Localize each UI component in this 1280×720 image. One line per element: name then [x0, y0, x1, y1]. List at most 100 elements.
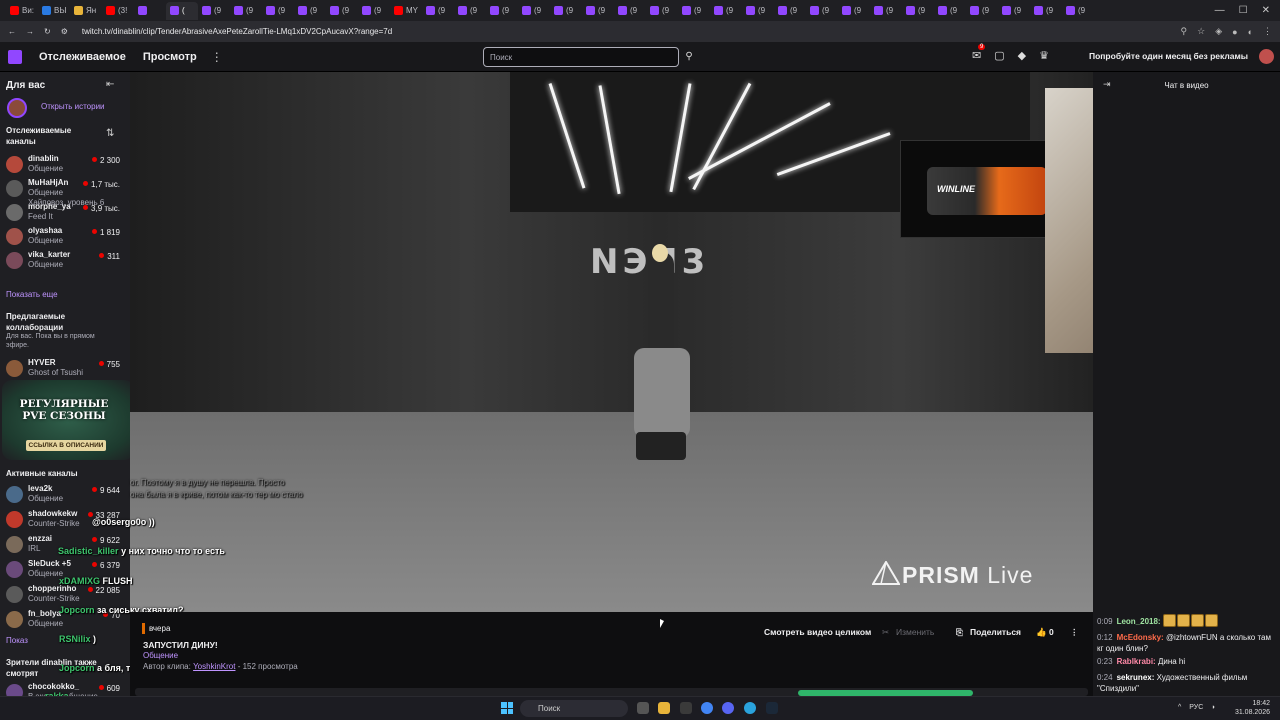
stories-avatar[interactable]: [7, 98, 27, 118]
search-input[interactable]: Поиск: [483, 47, 679, 67]
browser-tab[interactable]: (9: [934, 2, 966, 20]
tray-chevron-icon[interactable]: ^: [1178, 704, 1181, 711]
chat-username[interactable]: McEdonsky:: [1117, 633, 1164, 642]
chat-username[interactable]: Leon_2018:: [1117, 617, 1161, 626]
chat-timestamp[interactable]: 0:24: [1097, 673, 1113, 682]
browser-tab[interactable]: (9: [902, 2, 934, 20]
open-stories-link[interactable]: Открыть истории: [41, 102, 105, 111]
browser-tab[interactable]: (9: [806, 2, 838, 20]
show-more-link[interactable]: Показать еще: [6, 290, 58, 299]
chat-timestamp[interactable]: 0:23: [1097, 657, 1113, 666]
task-view-icon[interactable]: [637, 702, 649, 714]
profile-icon[interactable]: ◐: [1248, 27, 1253, 37]
chat-username[interactable]: Rablkrabi:: [1117, 657, 1156, 666]
share-button[interactable]: Поделиться: [970, 624, 1021, 640]
search-icon[interactable]: ⚲: [681, 47, 697, 67]
language-indicator[interactable]: РУС: [1189, 704, 1203, 711]
browser-tab[interactable]: (9: [230, 2, 262, 20]
twitch-logo-icon[interactable]: [8, 49, 22, 64]
browser-tab[interactable]: (9: [870, 2, 902, 20]
browser-tab[interactable]: (9: [550, 2, 582, 20]
chrome-icon[interactable]: [701, 702, 713, 714]
more-icon[interactable]: ⋮: [211, 50, 223, 64]
taskbar-search[interactable]: Поиск: [520, 700, 628, 717]
browser-tab[interactable]: (: [166, 1, 198, 20]
watch-full-video-button[interactable]: Смотреть видео целиком: [764, 624, 871, 640]
browser-tab[interactable]: (9: [678, 2, 710, 20]
browser-tab[interactable]: ВЫ: [38, 2, 70, 20]
browser-tab[interactable]: (9: [710, 2, 742, 20]
site-info-icon[interactable]: ⚙: [61, 27, 68, 36]
pve-seasons-banner[interactable]: РЕГУЛЯРНЫЕ PVE СЕЗОНЫ ССЫЛКА В ОПИСАНИИ: [0, 378, 130, 462]
back-icon[interactable]: ←: [8, 27, 16, 36]
browser-tab[interactable]: (9: [198, 2, 230, 20]
browser-tab[interactable]: (9: [294, 2, 326, 20]
minimize-icon[interactable]: —: [1215, 5, 1225, 16]
chat-timestamp[interactable]: 0:09: [1097, 617, 1113, 626]
file-explorer-icon[interactable]: [658, 702, 670, 714]
start-icon[interactable]: [501, 702, 513, 714]
forward-icon[interactable]: →: [26, 27, 34, 36]
browser-tab[interactable]: Ви:: [6, 2, 38, 20]
nav-following[interactable]: Отслеживаемое: [39, 51, 126, 63]
browser-menu-icon[interactable]: ⋮: [1263, 26, 1272, 37]
app-icon[interactable]: [680, 702, 692, 714]
telegram-icon[interactable]: [744, 702, 756, 714]
extension-icon[interactable]: ◈: [1215, 26, 1222, 37]
browser-tab[interactable]: (9: [742, 2, 774, 20]
browser-tab[interactable]: (9: [262, 2, 294, 20]
crown-icon[interactable]: ♛: [1039, 49, 1049, 62]
edit-button[interactable]: Изменить: [896, 624, 934, 640]
browser-tab[interactable]: (9: [518, 2, 550, 20]
browser-tab[interactable]: (9: [774, 2, 806, 20]
clip-category[interactable]: Общение: [143, 651, 178, 660]
browser-tab[interactable]: (9: [646, 2, 678, 20]
browser-tab[interactable]: (9: [422, 2, 454, 20]
sidebar-channel[interactable]: dinablin Общение 2 300: [6, 154, 126, 178]
browser-tab[interactable]: (9: [454, 2, 486, 20]
browser-tab[interactable]: (9: [326, 2, 358, 20]
sidebar-channel[interactable]: vika_karter Общение 311: [6, 250, 126, 274]
network-icon[interactable]: ◗: [1211, 704, 1215, 711]
close-window-icon[interactable]: ✕: [1262, 5, 1270, 16]
chat-timestamp[interactable]: 0:12: [1097, 633, 1113, 642]
browser-tab[interactable]: (9: [1030, 2, 1062, 20]
clip-author-link[interactable]: YoshkinKrot: [193, 662, 235, 671]
like-icon[interactable]: 👍: [1036, 624, 1047, 640]
bookmark-star-icon[interactable]: ☆: [1197, 26, 1205, 37]
sidebar-channel[interactable]: olyashaa Общение 1 819: [6, 226, 126, 250]
user-avatar[interactable]: [1259, 49, 1274, 64]
sidebar-channel[interactable]: leva2k Общение 9 644: [6, 484, 126, 508]
extension-icon[interactable]: ●: [1232, 27, 1237, 37]
sort-icon[interactable]: ⇅: [106, 128, 114, 139]
zoom-icon[interactable]: ⚲: [1181, 26, 1188, 37]
show-more-link[interactable]: Показ: [6, 636, 28, 645]
clip-more-icon[interactable]: ⋮: [1070, 624, 1079, 640]
discord-icon[interactable]: [722, 702, 734, 714]
clip-video-player[interactable]: NЭЯ3 WINLINE PRISM Live: [130, 72, 1093, 612]
browser-tab[interactable]: (9: [358, 2, 390, 20]
clock[interactable]: 18:42 31.08.2026: [1235, 699, 1270, 717]
collapse-sidebar-icon[interactable]: ⇤: [106, 79, 114, 90]
browser-tab[interactable]: (9: [582, 2, 614, 20]
share-icon[interactable]: ⎘: [956, 624, 963, 640]
browser-tab[interactable]: (9: [998, 2, 1030, 20]
drops-icon[interactable]: ◆: [1018, 49, 1026, 62]
steam-icon[interactable]: [766, 702, 778, 714]
whispers-icon[interactable]: ▢: [994, 49, 1004, 62]
browser-tab[interactable]: (9: [486, 2, 518, 20]
chat-username[interactable]: sekrunex:: [1117, 673, 1155, 682]
browser-tab[interactable]: (9: [838, 2, 870, 20]
ad-free-promo[interactable]: Попробуйте один месяц без рекламы: [1089, 51, 1248, 61]
reload-icon[interactable]: ↻: [44, 27, 51, 36]
browser-tab[interactable]: (9: [1062, 2, 1094, 20]
browser-tab[interactable]: (9: [966, 2, 998, 20]
notifications-icon[interactable]: ✉ 9: [972, 44, 986, 62]
browser-tab[interactable]: (9: [614, 2, 646, 20]
nav-browse[interactable]: Просмотр: [143, 51, 197, 63]
browser-tab[interactable]: MY: [390, 2, 422, 20]
maximize-icon[interactable]: ☐: [1239, 5, 1248, 16]
browser-tab[interactable]: (3!: [102, 2, 134, 20]
url-field[interactable]: twitch.tv/dinablin/clip/TenderAbrasiveAx…: [82, 27, 392, 36]
browser-tab[interactable]: [134, 2, 166, 20]
